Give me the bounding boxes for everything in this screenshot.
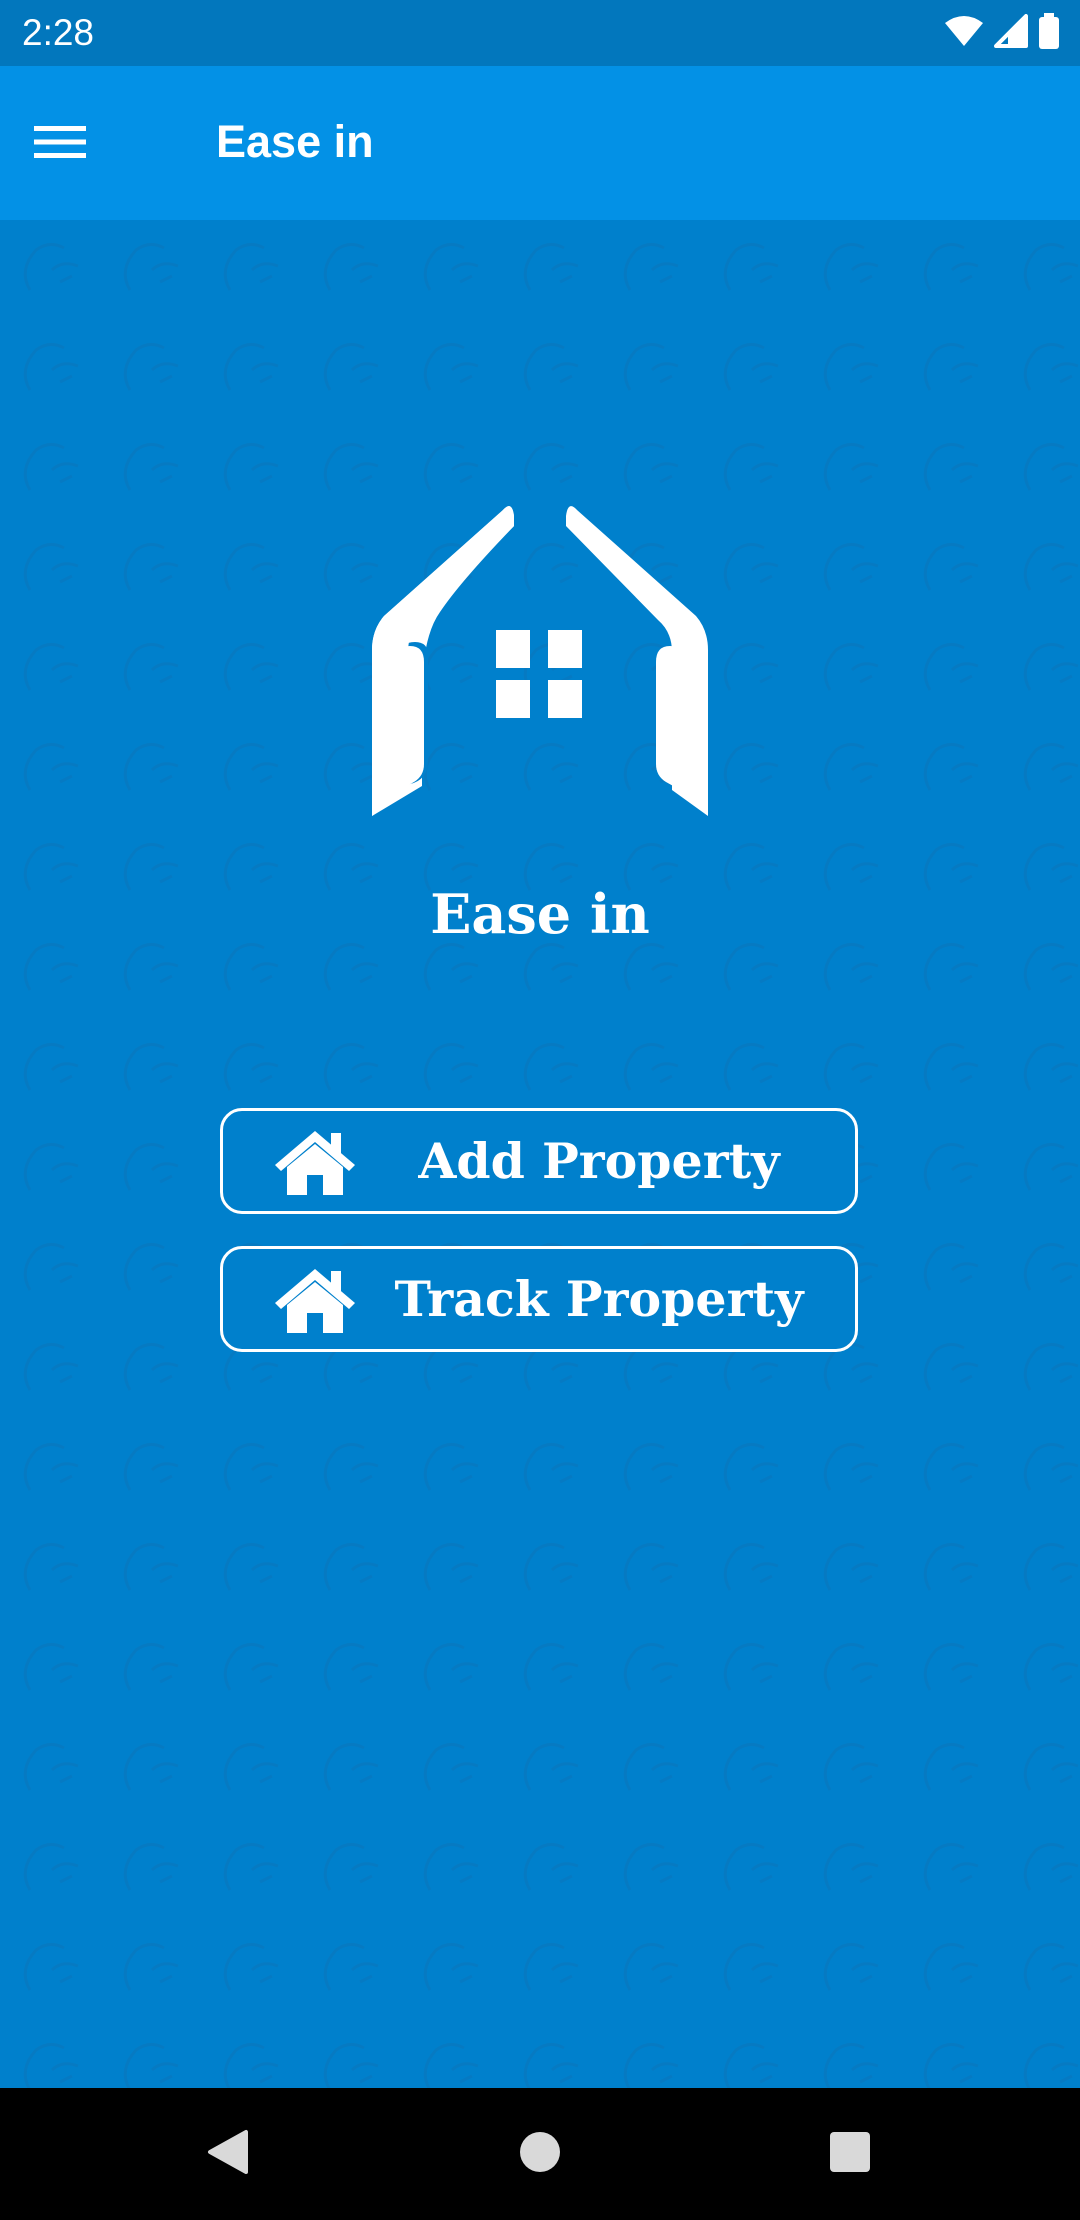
back-button[interactable] — [192, 2118, 264, 2190]
battery-icon — [1038, 12, 1060, 54]
add-property-button[interactable]: Add Property — [220, 1108, 858, 1214]
house-icon — [275, 1269, 355, 1333]
main-content: Ease in Add Property Track Property — [0, 220, 1080, 2088]
status-time: 2:28 — [22, 12, 95, 53]
home-icon — [518, 2130, 562, 2179]
menu-button[interactable] — [24, 108, 96, 180]
brand-title: Ease in — [430, 882, 650, 946]
wifi-icon — [944, 15, 984, 52]
home-button[interactable] — [504, 2118, 576, 2190]
track-property-button[interactable]: Track Property — [220, 1246, 858, 1352]
hamburger-menu-icon — [34, 124, 86, 165]
screen: 2:28 Ease in Ease in Add Property Track … — [0, 0, 1080, 2220]
navigation-bar — [0, 2088, 1080, 2220]
track-property-label: Track Property — [394, 1270, 804, 1328]
app-bar: Ease in — [0, 66, 1080, 220]
recents-icon — [828, 2130, 872, 2179]
add-property-label: Add Property — [418, 1132, 780, 1190]
status-icons — [944, 12, 1060, 54]
house-icon — [275, 1131, 355, 1195]
recents-button[interactable] — [814, 2118, 886, 2190]
back-icon — [206, 2128, 250, 2181]
signal-icon — [994, 13, 1028, 53]
house-logo-icon — [372, 506, 708, 816]
app-title: Ease in — [216, 116, 374, 167]
status-bar: 2:28 — [0, 0, 1080, 66]
